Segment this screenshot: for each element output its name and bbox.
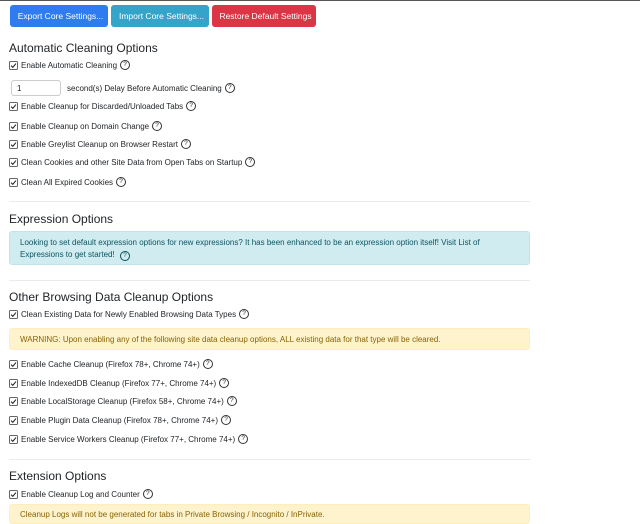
domain-change-label: Enable Cleanup on Domain Change: [21, 121, 150, 131]
check-icon: [10, 436, 17, 442]
discarded-tabs-checkbox[interactable]: [9, 101, 18, 111]
enable-automatic-cleaning-label: Enable Automatic Cleaning: [21, 60, 118, 70]
automatic-cleaning-title: Automatic Cleaning Options: [9, 41, 158, 55]
browsing-warning-text: WARNING: Upon enabling any of the follow…: [20, 335, 441, 344]
check-icon: [10, 361, 17, 367]
section-divider: [9, 459, 530, 460]
enable-automatic-cleaning-checkbox[interactable]: [9, 60, 18, 70]
check-icon: [10, 311, 17, 317]
help-icon[interactable]: ?: [221, 415, 231, 425]
expired-cookies-label: Clean All Expired Cookies: [21, 177, 114, 187]
discarded-tabs-label: Enable Cleanup for Discarded/Unloaded Ta…: [21, 101, 184, 111]
expression-info-text: Looking to set default expression option…: [20, 238, 480, 259]
export-core-settings-button[interactable]: Export Core Settings...: [10, 5, 108, 27]
serviceworkers-cleanup-checkbox[interactable]: [9, 434, 18, 444]
browsing-warning-alert: WARNING: Upon enabling any of the follow…: [9, 328, 530, 350]
help-icon[interactable]: ?: [142, 489, 153, 499]
private-browsing-note: Cleanup Logs will not be generated for t…: [9, 504, 530, 524]
enable-automatic-cleaning-row: Enable Automatic Cleaning ?: [9, 60, 131, 70]
check-icon: [10, 62, 17, 68]
localstorage-cleanup-row: Enable LocalStorage Cleanup (Firefox 58+…: [9, 396, 237, 406]
restore-button-label: Restore Default Settings: [219, 11, 312, 21]
expired-cookies-checkbox[interactable]: [9, 177, 18, 187]
serviceworkers-cleanup-row: Enable Service Workers Cleanup (Firefox …: [9, 434, 249, 444]
settings-toolbar: Export Core Settings... Import Core Sett…: [10, 5, 316, 27]
check-icon: [10, 103, 17, 109]
import-core-settings-button[interactable]: Import Core Settings...: [111, 5, 209, 27]
help-icon[interactable]: ?: [152, 121, 163, 131]
domain-change-checkbox[interactable]: [9, 121, 18, 131]
expression-info-alert: Looking to set default expression option…: [9, 231, 530, 265]
indexeddb-cleanup-label: Enable IndexedDB Cleanup (Firefox 77+, C…: [21, 378, 217, 388]
browsing-data-title: Other Browsing Data Cleanup Options: [9, 290, 214, 304]
clean-existing-label: Clean Existing Data for Newly Enabled Br…: [21, 309, 237, 319]
delay-label: second(s) Delay Before Automatic Cleanin…: [67, 83, 222, 93]
cache-cleanup-checkbox[interactable]: [9, 359, 18, 369]
serviceworkers-cleanup-label: Enable Service Workers Cleanup (Firefox …: [21, 434, 236, 444]
import-button-label: Import Core Settings...: [118, 11, 205, 21]
private-browsing-note-text: Cleanup Logs will not be generated for t…: [20, 510, 325, 519]
check-icon: [10, 159, 17, 165]
extension-options-title: Extension Options: [9, 469, 107, 483]
cleanup-log-checkbox[interactable]: [9, 489, 18, 499]
cleanup-log-label: Enable Cleanup Log and Counter: [21, 489, 140, 499]
indexeddb-cleanup-checkbox[interactable]: [9, 378, 18, 388]
help-icon[interactable]: ?: [239, 309, 250, 319]
help-icon[interactable]: ?: [119, 250, 130, 261]
check-icon: [10, 179, 17, 185]
plugin-cleanup-checkbox[interactable]: [9, 415, 18, 425]
check-icon: [10, 141, 17, 147]
help-icon[interactable]: ?: [224, 83, 235, 93]
startup-clean-label: Clean Cookies and other Site Data from O…: [21, 157, 243, 167]
greylist-restart-label: Enable Greylist Cleanup on Browser Resta…: [21, 139, 178, 149]
help-icon[interactable]: ?: [116, 177, 127, 187]
section-divider: [9, 280, 530, 281]
startup-clean-checkbox[interactable]: [9, 157, 18, 167]
expired-cookies-row: Clean All Expired Cookies ?: [9, 177, 127, 187]
expression-options-title: Expression Options: [9, 212, 114, 226]
cache-cleanup-row: Enable Cache Cleanup (Firefox 78+, Chrom…: [9, 359, 213, 369]
localstorage-cleanup-label: Enable LocalStorage Cleanup (Firefox 58+…: [21, 396, 224, 406]
delay-row: 1 second(s) Delay Before Automatic Clean…: [11, 80, 235, 96]
startup-clean-row: Clean Cookies and other Site Data from O…: [9, 157, 256, 167]
greylist-restart-checkbox[interactable]: [9, 139, 18, 149]
cache-cleanup-label: Enable Cache Cleanup (Firefox 78+, Chrom…: [21, 359, 200, 369]
check-icon: [10, 398, 17, 404]
check-icon: [10, 123, 17, 129]
domain-change-row: Enable Cleanup on Domain Change ?: [9, 121, 163, 131]
help-icon[interactable]: ?: [186, 101, 197, 111]
plugin-cleanup-label: Enable Plugin Data Cleanup (Firefox 78+,…: [21, 415, 218, 425]
clean-existing-checkbox[interactable]: [9, 309, 18, 319]
section-divider: [9, 201, 530, 202]
help-icon[interactable]: ?: [180, 139, 191, 149]
check-icon: [10, 417, 17, 423]
plugin-cleanup-row: Enable Plugin Data Cleanup (Firefox 78+,…: [9, 415, 231, 425]
restore-default-settings-button[interactable]: Restore Default Settings: [212, 5, 316, 27]
check-icon: [10, 380, 17, 386]
discarded-tabs-row: Enable Cleanup for Discarded/Unloaded Ta…: [9, 101, 197, 111]
export-button-label: Export Core Settings...: [17, 11, 104, 21]
cleanup-log-row: Enable Cleanup Log and Counter ?: [9, 489, 153, 499]
indexeddb-cleanup-row: Enable IndexedDB Cleanup (Firefox 77+, C…: [9, 378, 230, 388]
greylist-restart-row: Enable Greylist Cleanup on Browser Resta…: [9, 139, 191, 149]
check-icon: [10, 491, 17, 497]
help-icon[interactable]: ?: [120, 60, 131, 70]
help-icon[interactable]: ?: [202, 359, 213, 369]
clean-existing-row: Clean Existing Data for Newly Enabled Br…: [9, 309, 250, 319]
delay-seconds-input[interactable]: 1: [11, 80, 61, 96]
help-icon[interactable]: ?: [238, 434, 249, 444]
help-icon[interactable]: ?: [245, 157, 256, 167]
help-icon[interactable]: ?: [226, 396, 237, 406]
localstorage-cleanup-checkbox[interactable]: [9, 396, 18, 406]
help-icon[interactable]: ?: [219, 378, 230, 388]
